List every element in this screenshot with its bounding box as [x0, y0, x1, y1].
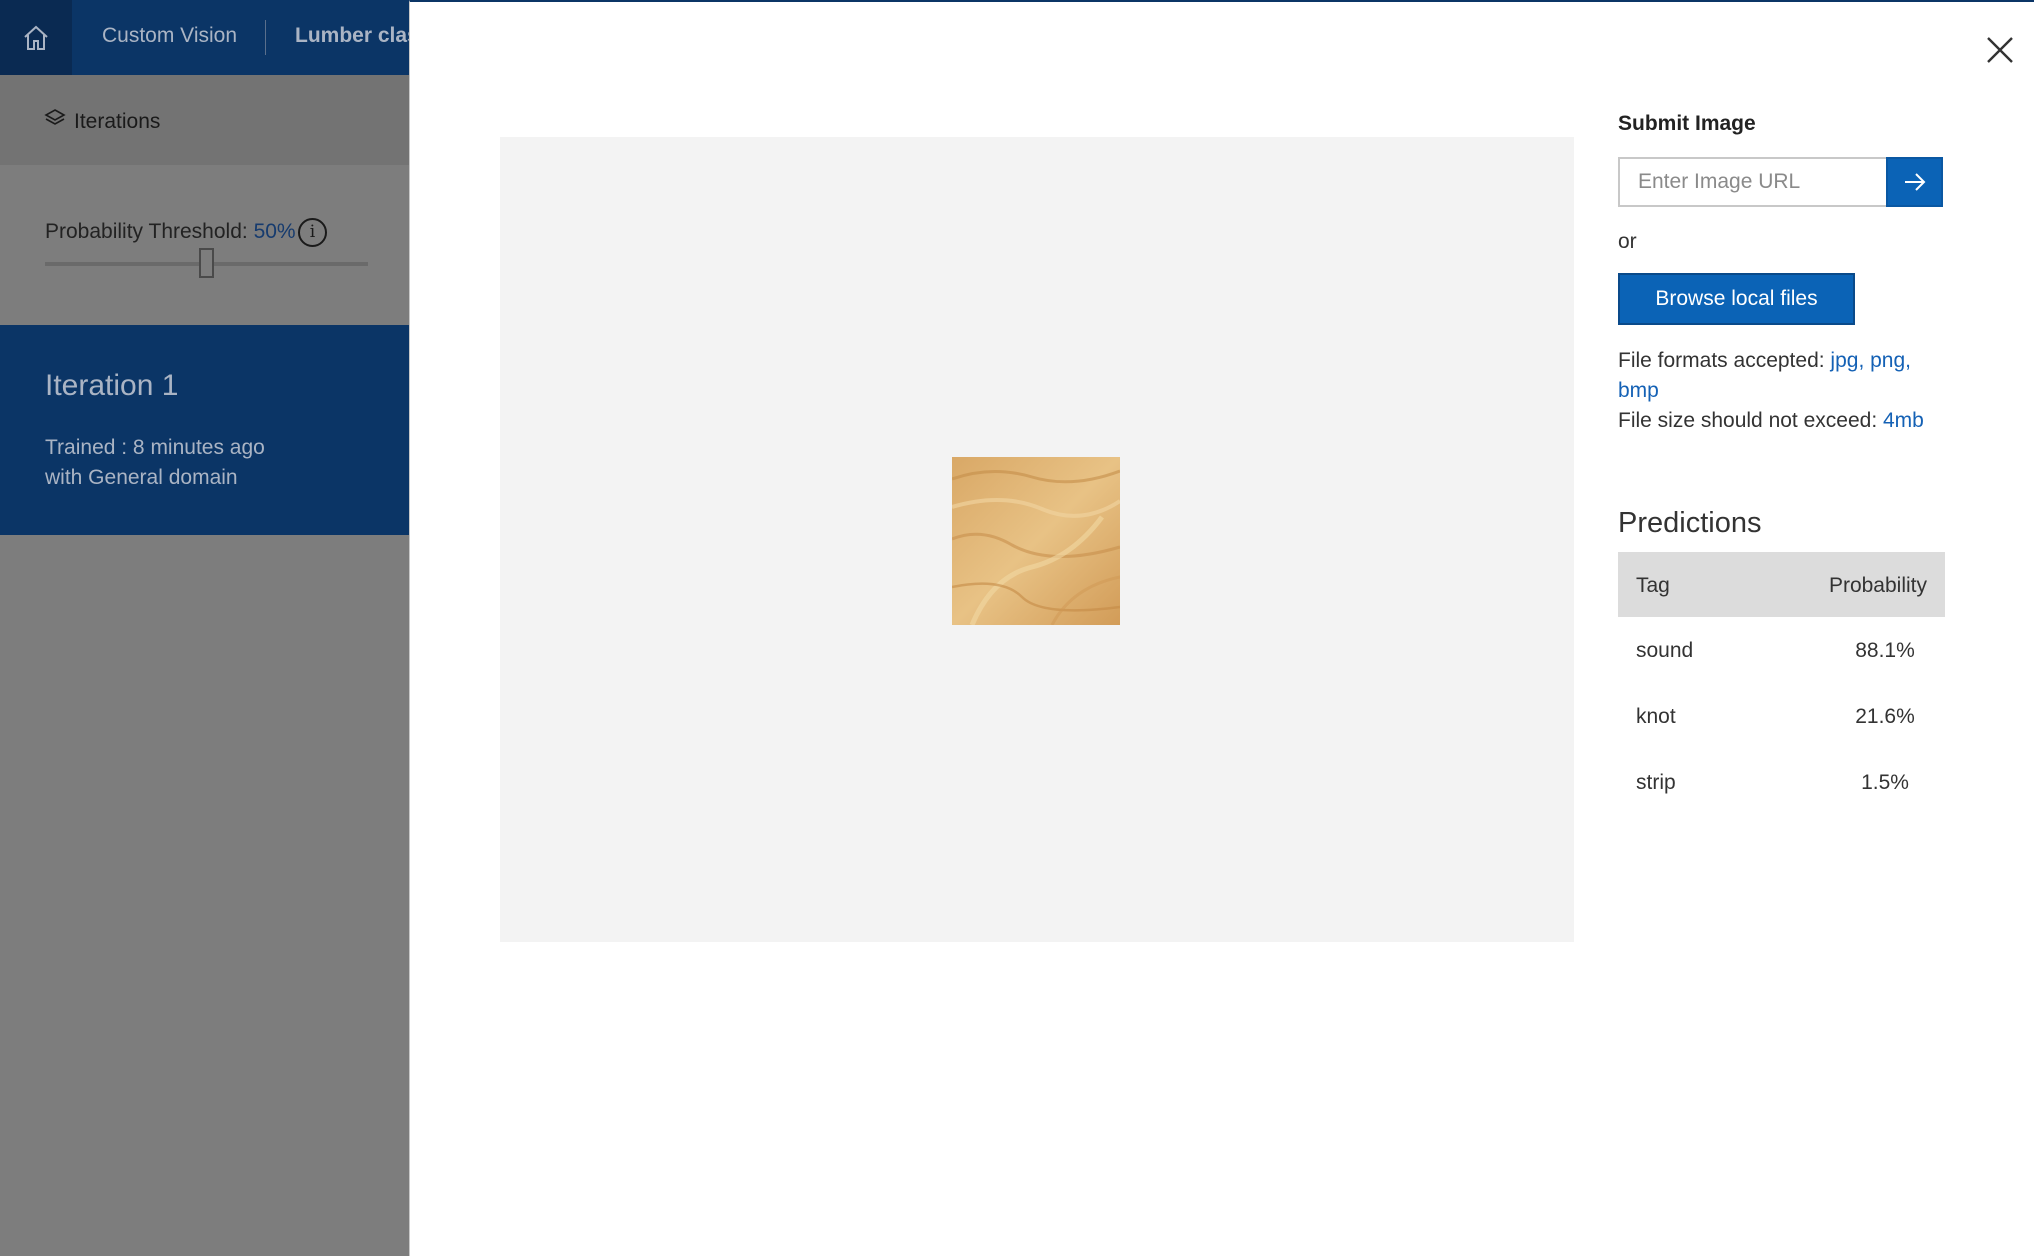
predictions-table: Tag Probability sound 88.1% knot 21.6% s… [1618, 552, 1945, 815]
formats-label: File formats accepted: [1618, 349, 1831, 372]
brand-link[interactable]: Custom Vision [102, 24, 237, 48]
iteration-card[interactable]: Iteration 1 Trained : 8 minutes ago with… [0, 325, 410, 535]
wood-sample-image [952, 457, 1120, 625]
header-tag: Tag [1636, 574, 1670, 597]
browse-local-files-button[interactable]: Browse local files [1618, 273, 1855, 325]
prediction-tag: strip [1636, 771, 1676, 794]
submit-image-title: Submit Image [1618, 112, 1756, 135]
iterations-label: Iterations [74, 110, 161, 133]
formats-value: jpg, png, [1830, 349, 1911, 372]
threshold-text: Probability Threshold: [45, 220, 254, 243]
prediction-tag: knot [1636, 705, 1676, 728]
arrow-right-icon [1904, 173, 1925, 191]
size-label: File size should not exceed: [1618, 409, 1883, 432]
threshold-slider-thumb[interactable] [199, 248, 214, 278]
predictions-title: Predictions [1618, 507, 1762, 539]
table-row: sound 88.1% [1618, 617, 1945, 683]
layers-icon [44, 109, 66, 125]
image-url-input[interactable] [1618, 157, 1886, 207]
iteration-domain: with General domain [45, 466, 238, 489]
info-icon[interactable]: i [298, 218, 327, 247]
table-row: knot 21.6% [1618, 683, 1945, 749]
screen: Custom Vision Lumber clas Iterations Pro… [0, 0, 2034, 1256]
or-separator: or [1618, 230, 1637, 253]
prediction-probability: 1.5% [1861, 771, 1909, 794]
formats-value-cont: bmp [1618, 379, 1659, 402]
iterations-header[interactable]: Iterations [0, 75, 410, 165]
probability-threshold-label: Probability Threshold: 50% [45, 220, 296, 244]
project-name[interactable]: Lumber clas [295, 24, 419, 48]
nav-divider [265, 20, 266, 55]
submit-url-button[interactable] [1886, 157, 1943, 207]
table-row: strip 1.5% [1618, 749, 1945, 815]
background-app: Custom Vision Lumber clas Iterations Pro… [0, 0, 419, 1256]
header-probability: Probability [1828, 574, 1927, 597]
prediction-probability: 88.1% [1855, 639, 1915, 662]
predictions-table-header: Tag Probability [1618, 552, 1945, 617]
iteration-meta: Trained : 8 minutes ago with General dom… [45, 433, 265, 493]
iteration-name: Iteration 1 [45, 369, 179, 402]
prediction-probability: 21.6% [1855, 705, 1915, 728]
prediction-tag: sound [1636, 639, 1694, 662]
quick-test-panel: Submit Image or Browse local files File … [409, 0, 2034, 1256]
top-nav-bar: Custom Vision Lumber clas [0, 0, 419, 75]
home-icon [24, 25, 48, 50]
threshold-value: 50% [253, 220, 296, 243]
close-icon[interactable] [1980, 30, 2020, 70]
image-preview-area [500, 137, 1574, 942]
size-value: 4mb [1882, 409, 1924, 432]
iteration-trained: Trained : 8 minutes ago [45, 436, 265, 459]
file-requirements: File formats accepted: jpg, png, bmp Fil… [1618, 346, 1938, 436]
home-button[interactable] [0, 0, 72, 75]
